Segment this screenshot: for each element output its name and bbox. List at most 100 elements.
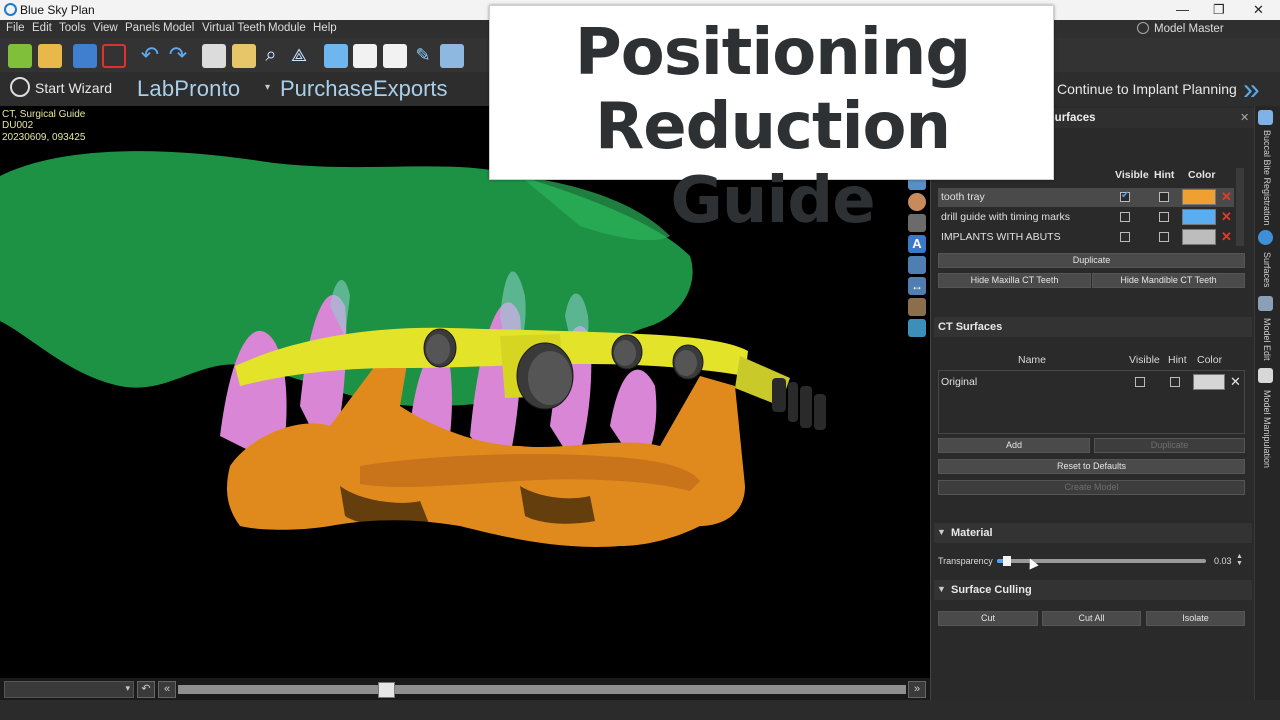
- timeline-thumb[interactable]: [378, 682, 395, 698]
- color-swatch[interactable]: [1182, 229, 1216, 245]
- visible-checkbox[interactable]: [1120, 232, 1130, 242]
- model-manipulation-icon[interactable]: [1258, 368, 1273, 383]
- purchase-exports-button[interactable]: PurchaseExports: [280, 76, 448, 102]
- delete-icon[interactable]: ✕: [1221, 209, 1232, 225]
- menu-file[interactable]: File: [6, 22, 25, 34]
- menu-virtual-teeth[interactable]: Virtual Teeth: [202, 22, 266, 34]
- open-folder-icon[interactable]: [38, 44, 62, 68]
- model-master-mode[interactable]: Model Master: [1137, 22, 1224, 35]
- color-swatch[interactable]: [1182, 209, 1216, 225]
- create-model-button[interactable]: Create Model: [938, 480, 1245, 495]
- transparency-label: Transparency: [938, 556, 993, 566]
- isolate-button[interactable]: Isolate: [1146, 611, 1245, 626]
- maximize-button[interactable]: ❐: [1213, 2, 1225, 18]
- labpronto-button[interactable]: LabPronto: [137, 76, 240, 102]
- camera-icon[interactable]: [908, 319, 926, 337]
- tab-model-manipulation[interactable]: Model Manipulation: [1262, 390, 1272, 468]
- new-file-icon[interactable]: [8, 44, 32, 68]
- col-color: Color: [1197, 354, 1223, 366]
- redo-icon[interactable]: ↷: [166, 44, 190, 68]
- settings-list-icon[interactable]: [440, 44, 464, 68]
- close-icon[interactable]: ✕: [1240, 111, 1249, 124]
- window-title: Blue Sky Plan: [20, 3, 95, 17]
- cut-all-button[interactable]: Cut All: [1042, 611, 1141, 626]
- delete-icon[interactable]: ✕: [1221, 189, 1232, 205]
- model-edit-icon[interactable]: [1258, 296, 1273, 311]
- save-icon[interactable]: [73, 44, 97, 68]
- timeline-combo[interactable]: ▾: [4, 681, 134, 698]
- hint-checkbox[interactable]: [1170, 377, 1180, 387]
- hide-mandible-button[interactable]: Hide Mandible CT Teeth: [1092, 273, 1245, 288]
- title-card-line2: Reduction Guide: [594, 90, 951, 238]
- zoom-icon[interactable]: ⌕: [259, 44, 283, 68]
- collapse-icon[interactable]: ▼: [937, 527, 946, 537]
- app-window: Blue Sky Plan — ❐ ✕ File Edit Tools View…: [0, 0, 1280, 720]
- table-scrollbar[interactable]: [1236, 168, 1244, 246]
- menu-tools[interactable]: Tools: [59, 22, 86, 34]
- implant-icon[interactable]: [383, 44, 407, 68]
- collapse-icon[interactable]: ▼: [937, 584, 946, 594]
- chevron-right-icon[interactable]: »: [908, 681, 926, 698]
- ruler-icon[interactable]: ↔: [908, 277, 926, 295]
- ct-duplicate-button[interactable]: Duplicate: [1094, 438, 1245, 453]
- delete-icon[interactable]: ✕: [1221, 229, 1232, 245]
- arch-icon[interactable]: [324, 44, 348, 68]
- chevron-left-icon[interactable]: «: [158, 681, 176, 698]
- hint-checkbox[interactable]: [1159, 212, 1169, 222]
- tab-surfaces[interactable]: Surfaces: [1262, 252, 1272, 288]
- layout-icon[interactable]: [202, 44, 226, 68]
- bite-icon[interactable]: [1258, 110, 1273, 125]
- power-icon: [10, 77, 30, 97]
- menu-edit[interactable]: Edit: [32, 22, 52, 34]
- visible-checkbox[interactable]: [1120, 190, 1130, 202]
- spin-arrows-icon[interactable]: ▲ ▼: [1236, 553, 1243, 567]
- measure-icon[interactable]: ⟁: [287, 44, 311, 68]
- hint-checkbox[interactable]: [1159, 232, 1169, 242]
- delete-icon[interactable]: ✕: [1230, 374, 1241, 390]
- menu-view[interactable]: View: [93, 22, 118, 34]
- hint-checkbox[interactable]: [1159, 192, 1169, 202]
- panorama-icon[interactable]: [908, 298, 926, 316]
- start-wizard-button[interactable]: Start Wizard: [10, 77, 112, 97]
- menu-panels[interactable]: Panels: [125, 22, 160, 34]
- col-visible: Visible: [1129, 354, 1160, 366]
- minimize-button[interactable]: —: [1176, 2, 1189, 17]
- close-button[interactable]: ✕: [1253, 2, 1264, 18]
- grid-icon[interactable]: [908, 256, 926, 274]
- tab-model-edit[interactable]: Model Edit: [1262, 318, 1272, 361]
- visible-checkbox[interactable]: [1120, 212, 1130, 222]
- visible-checkbox[interactable]: [1135, 377, 1145, 387]
- hide-maxilla-button[interactable]: Hide Maxilla CT Teeth: [938, 273, 1091, 288]
- undo-icon[interactable]: ↶: [138, 44, 162, 68]
- col-color: Color: [1188, 169, 1216, 181]
- user-icon: [1137, 22, 1149, 34]
- menu-model[interactable]: Model: [163, 22, 194, 34]
- chevron-down-icon[interactable]: ▾: [265, 82, 270, 93]
- col-name: Name: [1018, 354, 1047, 366]
- tab-buccal-bite-registration[interactable]: Buccal Bite Registration: [1262, 130, 1272, 226]
- draw-icon[interactable]: ✎: [411, 44, 435, 68]
- transparency-value[interactable]: 0.03: [1214, 556, 1232, 566]
- menu-help[interactable]: Help: [313, 22, 337, 34]
- surfaces-icon[interactable]: [1258, 230, 1273, 245]
- continue-button[interactable]: Continue to Implant Planning: [1057, 81, 1237, 97]
- duplicate-button[interactable]: Duplicate: [938, 253, 1245, 268]
- tooth-icon[interactable]: [353, 44, 377, 68]
- cut-button[interactable]: Cut: [938, 611, 1038, 626]
- implant-mesh: [772, 378, 826, 430]
- table-row[interactable]: Original ✕: [938, 373, 1243, 392]
- col-hint: Hint: [1154, 169, 1175, 181]
- timeline-track[interactable]: [178, 685, 906, 694]
- add-button[interactable]: Add: [938, 438, 1090, 453]
- close-file-icon[interactable]: [102, 44, 126, 68]
- chevron-right-icon[interactable]: »: [1243, 73, 1260, 107]
- status-bar: [0, 700, 1280, 720]
- sliders-icon[interactable]: [232, 44, 256, 68]
- color-swatch[interactable]: [1193, 374, 1225, 390]
- reset-defaults-button[interactable]: Reset to Defaults: [938, 459, 1245, 474]
- rotate-back-icon[interactable]: ↶: [137, 681, 155, 698]
- transparency-slider-thumb[interactable]: [1003, 556, 1011, 566]
- color-swatch[interactable]: [1182, 189, 1216, 205]
- menu-module[interactable]: Module: [268, 22, 306, 34]
- scan-info-line2: DU002: [2, 120, 34, 131]
